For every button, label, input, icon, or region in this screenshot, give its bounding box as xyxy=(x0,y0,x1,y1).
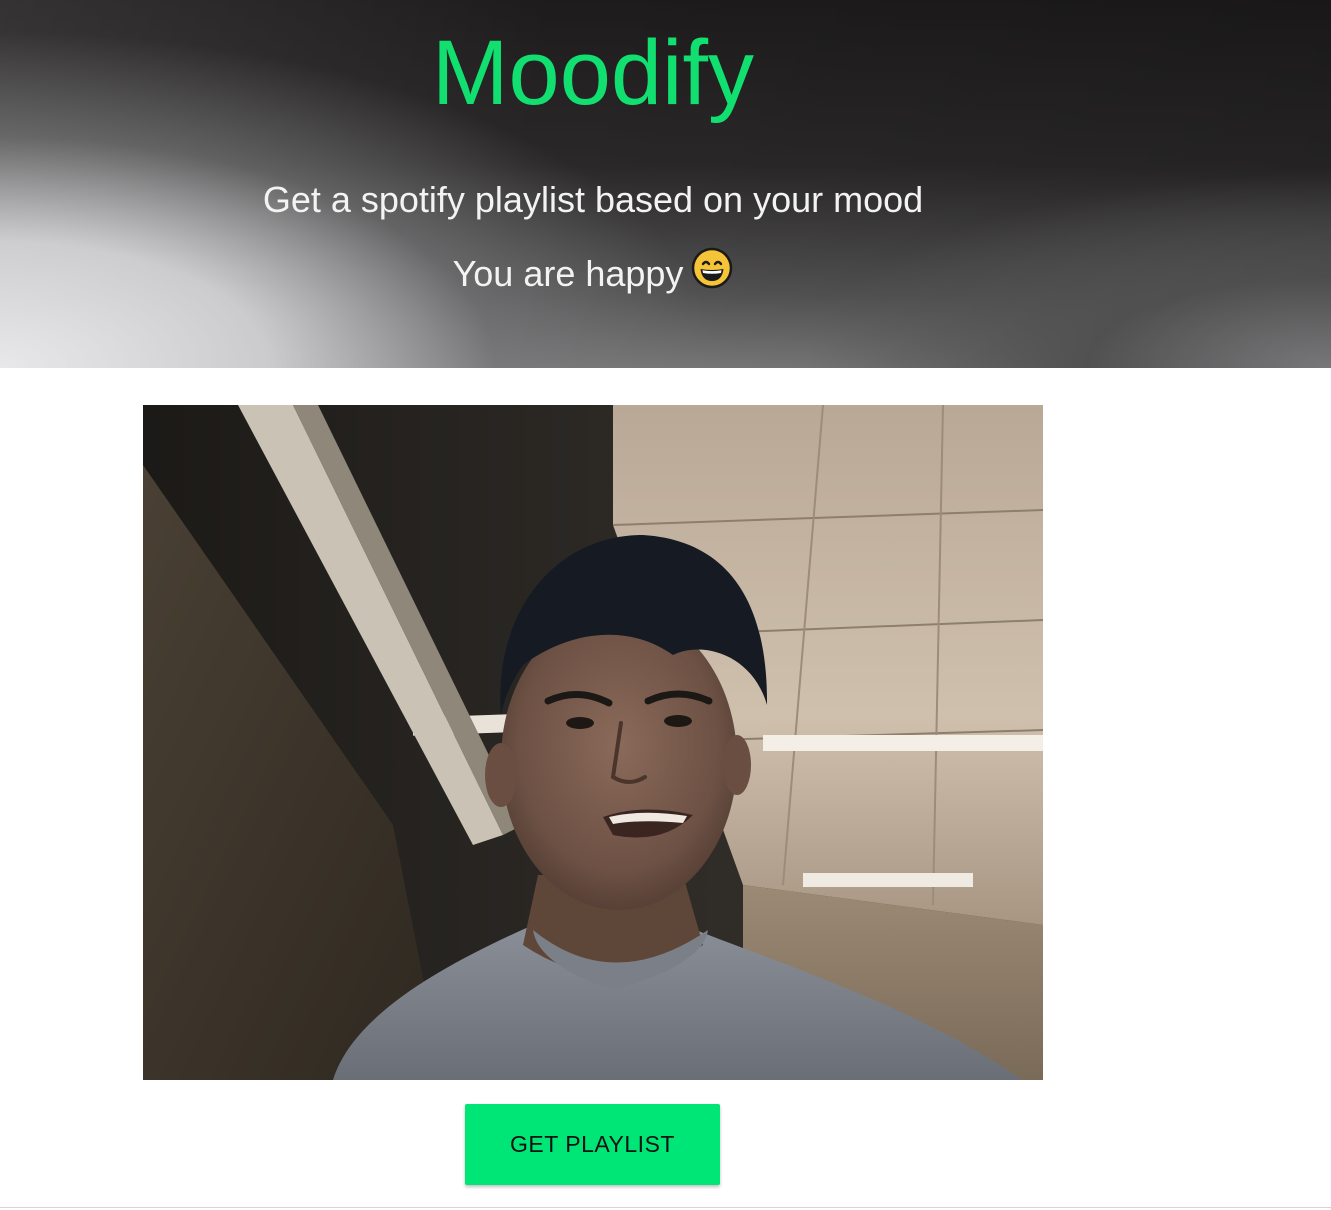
tagline: Get a spotify playlist based on your moo… xyxy=(262,179,924,220)
webcam-image xyxy=(143,405,1043,1080)
mood-result: You are happy xyxy=(0,247,1186,303)
app-title: Moodify xyxy=(431,22,755,124)
get-playlist-button[interactable]: GET PLAYLIST xyxy=(465,1104,720,1185)
mood-text: You are happy xyxy=(452,253,684,295)
webcam-feed xyxy=(143,405,1043,1080)
moodify-page: Moodify Get a spotify playlist based on … xyxy=(0,0,1331,1210)
divider xyxy=(0,1207,1331,1208)
grinning-face-icon xyxy=(691,247,733,300)
hero-header: Moodify Get a spotify playlist based on … xyxy=(0,0,1331,368)
